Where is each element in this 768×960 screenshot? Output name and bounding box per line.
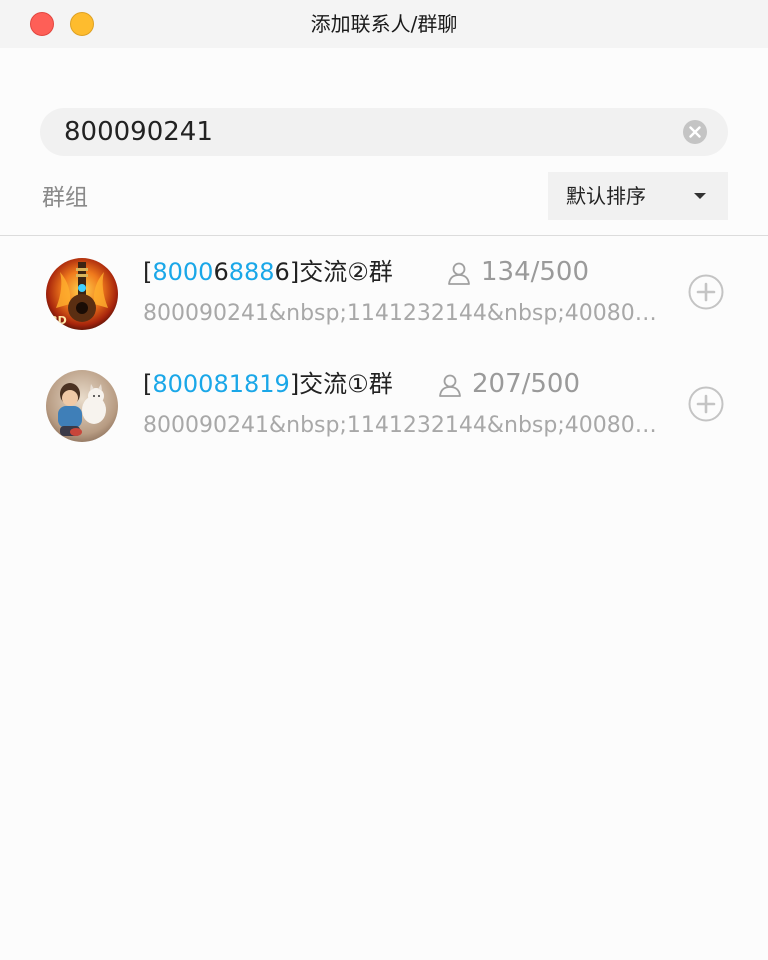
section-label-groups: 群组 [42, 185, 88, 211]
name-part: [ [143, 258, 153, 286]
member-count: 207/500 [472, 369, 581, 399]
name-part-highlight: 800081819 [152, 370, 290, 398]
group-avatar-guitar: 3D [46, 258, 118, 330]
main-content: 群组 默认排序 [0, 48, 768, 960]
add-circle-icon[interactable] [688, 386, 724, 422]
name-part: [ [143, 370, 153, 398]
search-box [40, 108, 728, 156]
svg-text:3D: 3D [50, 314, 67, 327]
add-circle-icon[interactable] [688, 274, 724, 310]
member-icon [448, 262, 470, 285]
group-avatar-child-cat [46, 370, 118, 442]
group-name: [800081819]交流①群 [143, 368, 393, 400]
group-description: 800090241&nbsp;1141232144&nbsp;400800000… [143, 413, 663, 438]
name-part: 6 [213, 258, 229, 286]
search-input[interactable] [64, 108, 664, 156]
name-part: 6 [274, 258, 290, 286]
clear-icon[interactable] [683, 120, 707, 144]
search-result-row[interactable]: [800081819]交流①群 207/500 800090241&nbsp;1… [0, 360, 768, 472]
group-name: [800068886]交流②群 [143, 256, 393, 288]
member-count: 134/500 [481, 257, 590, 287]
name-part: ]交流①群 [289, 370, 393, 398]
divider [0, 235, 768, 236]
member-icon [439, 374, 461, 397]
sort-label: 默认排序 [566, 184, 646, 208]
group-description: 800090241&nbsp;1141232144&nbsp;400800000… [143, 301, 663, 326]
window-titlebar: 添加联系人/群聊 [0, 0, 768, 48]
name-part-highlight: 8000 [152, 258, 214, 286]
name-part-highlight: 888 [228, 258, 275, 286]
sort-dropdown[interactable]: 默认排序 [548, 172, 728, 220]
name-part: ]交流②群 [289, 258, 393, 286]
window-title: 添加联系人/群聊 [310, 12, 458, 36]
search-result-row[interactable]: 3D [800068886]交流②群 134/500 800090241&nbs… [0, 248, 768, 360]
caret-down-icon [694, 193, 706, 199]
